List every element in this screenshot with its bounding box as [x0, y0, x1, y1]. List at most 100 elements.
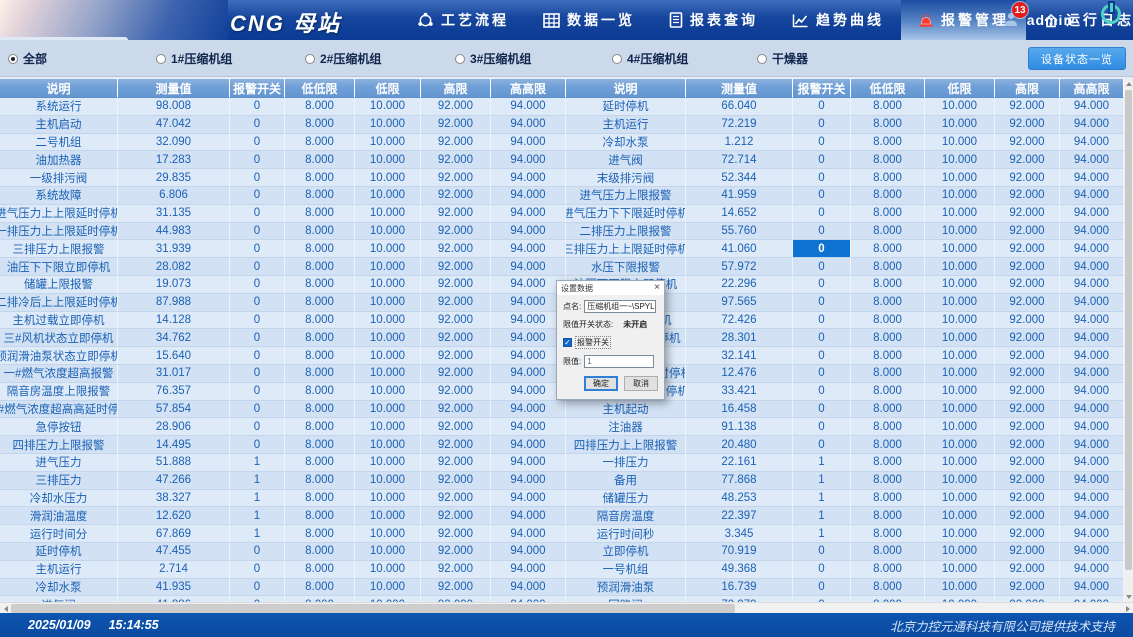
cell-alarm-switch[interactable]: 0	[230, 276, 285, 294]
cancel-button[interactable]: 取消	[624, 376, 658, 391]
radio-icon[interactable]	[612, 54, 622, 64]
filter-radio-all[interactable]: 全部	[8, 50, 47, 67]
vertical-scroll-thumb[interactable]	[1125, 90, 1132, 570]
cell-alarm-switch[interactable]: 0	[793, 365, 851, 383]
cell-alarm-switch[interactable]: 0	[230, 116, 285, 134]
cell-alarm-switch[interactable]: 0	[793, 205, 851, 223]
cell-alarm-switch[interactable]: 0	[230, 329, 285, 347]
cell-alarm-switch[interactable]: 0	[230, 258, 285, 276]
cell-hi-limit: 92.000	[421, 418, 491, 436]
cell-alarm-switch[interactable]: 0	[793, 223, 851, 241]
cell-alarm-switch[interactable]: 0	[230, 151, 285, 169]
radio-icon[interactable]	[757, 54, 767, 64]
cell-alarm-switch[interactable]: 0	[793, 258, 851, 276]
cell-alarm-switch[interactable]: 0	[793, 347, 851, 365]
cell-alarm-switch[interactable]: 1	[793, 525, 851, 543]
dialog-titlebar[interactable]: 设置数据 ×	[557, 281, 664, 295]
cell-alarm-switch[interactable]: 0	[793, 134, 851, 152]
filter-radio-unit3[interactable]: 3#压缩机组	[455, 50, 531, 67]
cell-alarm-switch[interactable]: 0	[793, 187, 851, 205]
nav-item-report[interactable]: 报表查询	[652, 0, 775, 40]
cell-alarm-switch[interactable]: 0	[793, 169, 851, 187]
nav-item-trend[interactable]: 趋势曲线	[775, 0, 901, 40]
cell-alarm-switch[interactable]: 1	[793, 454, 851, 472]
cell-alarm-switch[interactable]: 0	[230, 347, 285, 365]
cell-alarm-switch[interactable]: 0	[793, 401, 851, 419]
cell-description: 冷却水泵	[0, 579, 118, 597]
limit-value-input[interactable]: 1	[584, 355, 654, 368]
cell-alarm-switch[interactable]: 0	[230, 223, 285, 241]
cell-alarm-switch[interactable]: 0	[230, 187, 285, 205]
cell-alarm-switch[interactable]: 0	[230, 401, 285, 419]
cell-alarm-switch[interactable]: 0	[230, 383, 285, 401]
cell-alarm-switch[interactable]: 0	[793, 116, 851, 134]
scroll-down-arrow-icon[interactable]	[1124, 592, 1133, 602]
vertical-scrollbar[interactable]	[1124, 79, 1133, 602]
cell-alarm-switch[interactable]: 0	[793, 151, 851, 169]
filter-radio-unit1[interactable]: 1#压缩机组	[156, 50, 232, 67]
cell-alarm-switch[interactable]: 0	[230, 294, 285, 312]
cell-alarm-switch-selected[interactable]: 0	[793, 240, 851, 258]
radio-icon[interactable]	[455, 54, 465, 64]
cell-alarm-switch[interactable]: 0	[230, 98, 285, 116]
cell-alarm-switch[interactable]: 0	[793, 312, 851, 330]
cell-alarm-switch[interactable]: 0	[230, 134, 285, 152]
nav-item-label: 工艺流程	[441, 10, 509, 30]
cell-alarm-switch[interactable]: 0	[230, 579, 285, 597]
alarm-switch-checkbox-label[interactable]: 报警开关	[575, 336, 611, 349]
cell-alarm-switch[interactable]: 1	[793, 507, 851, 525]
cell-measured-value: 98.008	[118, 98, 230, 116]
cell-hi-limit: 92.000	[421, 579, 491, 597]
cell-alarm-switch[interactable]: 0	[230, 436, 285, 454]
close-icon[interactable]: ×	[654, 283, 660, 293]
cell-alarm-switch[interactable]: 0	[230, 205, 285, 223]
user-menu[interactable]: admin	[1003, 0, 1073, 40]
filter-radio-label: 2#压缩机组	[320, 50, 381, 67]
cell-alarm-switch[interactable]: 0	[793, 418, 851, 436]
cell-hihi-limit: 94.000	[1060, 383, 1124, 401]
filter-radio-unit2[interactable]: 2#压缩机组	[305, 50, 381, 67]
radio-icon[interactable]	[156, 54, 166, 64]
cell-alarm-switch[interactable]: 1	[230, 507, 285, 525]
horizontal-scrollbar[interactable]	[0, 602, 1133, 613]
cell-description: 立即停机	[566, 543, 686, 561]
radio-icon[interactable]	[305, 54, 315, 64]
cell-lo-limit: 10.000	[355, 454, 421, 472]
cell-alarm-switch[interactable]: 1	[230, 525, 285, 543]
cell-alarm-switch[interactable]: 0	[793, 543, 851, 561]
cell-alarm-switch[interactable]: 0	[793, 276, 851, 294]
nav-item-data[interactable]: 数据一览	[526, 0, 652, 40]
point-name-input[interactable]: 压缩机组一~\SPYLSSX	[584, 300, 656, 313]
horizontal-scroll-thumb[interactable]	[11, 604, 735, 613]
cell-alarm-switch[interactable]: 1	[230, 490, 285, 508]
power-icon[interactable]	[1101, 4, 1121, 24]
alarm-switch-checkbox[interactable]: ✓	[563, 338, 572, 347]
device-status-button[interactable]: 设备状态一览	[1028, 47, 1126, 70]
ok-button[interactable]: 确定	[584, 376, 618, 391]
cell-alarm-switch[interactable]: 1	[230, 454, 285, 472]
cell-alarm-switch[interactable]: 0	[230, 240, 285, 258]
cell-description: 水压下限报警	[566, 258, 686, 276]
cell-alarm-switch[interactable]: 0	[793, 561, 851, 579]
scroll-up-arrow-icon[interactable]	[1124, 79, 1133, 89]
cell-alarm-switch[interactable]: 0	[230, 418, 285, 436]
nav-item-process[interactable]: 工艺流程	[400, 0, 526, 40]
filter-radio-unit4[interactable]: 4#压缩机组	[612, 50, 688, 67]
cell-alarm-switch[interactable]: 0	[230, 365, 285, 383]
cell-alarm-switch[interactable]: 0	[793, 329, 851, 347]
cell-alarm-switch[interactable]: 0	[230, 561, 285, 579]
filter-radio-dryer[interactable]: 干燥器	[757, 50, 808, 67]
cell-alarm-switch[interactable]: 0	[793, 436, 851, 454]
cell-alarm-switch[interactable]: 0	[793, 383, 851, 401]
cell-measured-value: 44.983	[118, 223, 230, 241]
radio-icon[interactable]	[8, 54, 18, 64]
cell-alarm-switch[interactable]: 0	[793, 294, 851, 312]
cell-alarm-switch[interactable]: 0	[230, 312, 285, 330]
cell-alarm-switch[interactable]: 0	[230, 543, 285, 561]
cell-alarm-switch[interactable]: 0	[793, 579, 851, 597]
cell-alarm-switch[interactable]: 1	[230, 472, 285, 490]
cell-alarm-switch[interactable]: 0	[793, 98, 851, 116]
cell-alarm-switch[interactable]: 0	[230, 169, 285, 187]
cell-alarm-switch[interactable]: 1	[793, 472, 851, 490]
cell-alarm-switch[interactable]: 1	[793, 490, 851, 508]
